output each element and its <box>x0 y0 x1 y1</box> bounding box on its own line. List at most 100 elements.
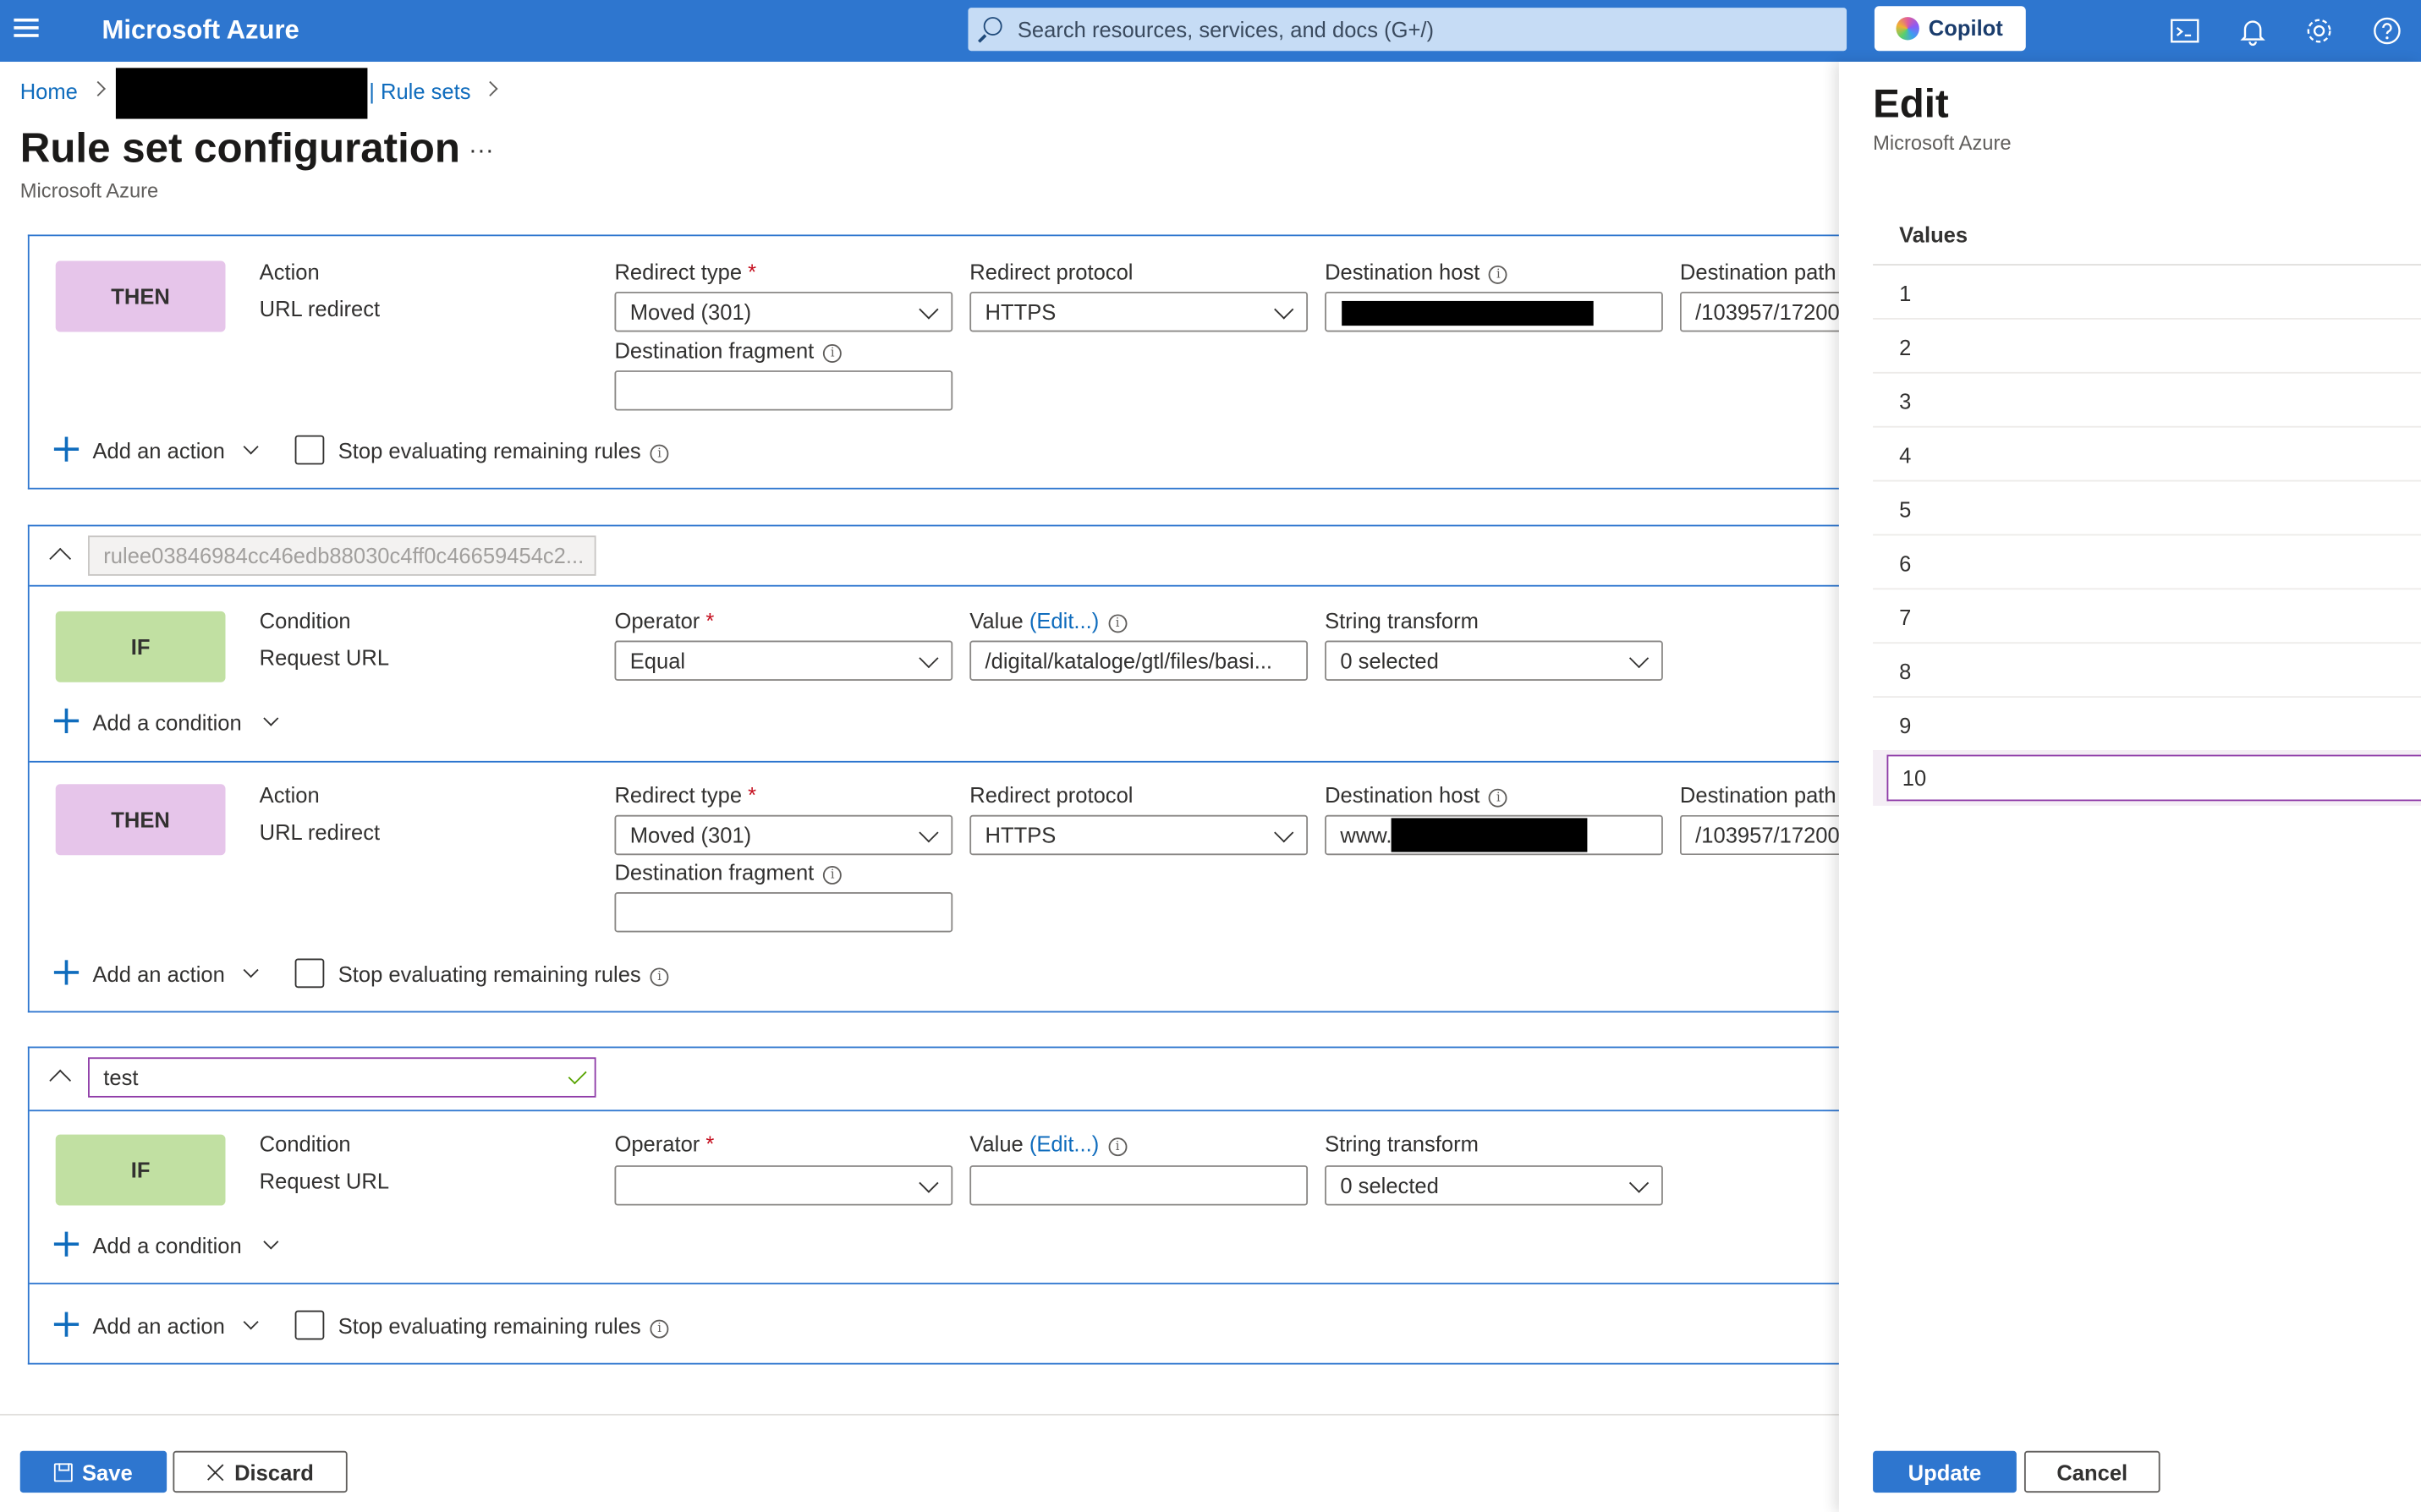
redirect-type-dropdown[interactable]: Moved (301) <box>614 814 953 856</box>
rule-name-input[interactable]: test <box>88 1057 596 1098</box>
bell-icon[interactable] <box>2237 15 2269 47</box>
global-search[interactable] <box>968 8 1847 52</box>
more-options-button[interactable]: ... <box>469 133 495 161</box>
operator-dropdown[interactable]: Equal <box>614 640 953 681</box>
add-condition-button[interactable]: Add a condition <box>93 1233 242 1257</box>
add-icon[interactable] <box>53 1231 80 1257</box>
info-icon[interactable]: i <box>823 865 843 885</box>
stop-evaluating-label: Stop evaluating remaining rules i <box>338 438 669 463</box>
add-condition-button[interactable]: Add a condition <box>93 710 242 735</box>
discard-button[interactable]: Discard <box>173 1450 348 1493</box>
info-icon[interactable]: i <box>1489 265 1508 284</box>
value-label: Value (Edit...) i <box>969 608 1128 633</box>
rule-card-1: THEN Action URL redirect Redirect type *… <box>27 234 1850 490</box>
value-row[interactable]: 7 <box>1873 589 2421 644</box>
rule-name-input[interactable]: rulee03846984cc46edb88030c4ff0c46659454c… <box>88 535 596 576</box>
if-badge: IF <box>55 1134 226 1206</box>
brand-title[interactable]: Microsoft Azure <box>102 15 299 47</box>
condition-type: Request URL <box>259 644 390 671</box>
destination-host-label: Destination host i <box>1325 782 1508 808</box>
footer-bar: Save Discard <box>0 1413 1839 1512</box>
info-icon[interactable]: i <box>1108 614 1128 633</box>
value-row[interactable]: 8 <box>1873 644 2421 698</box>
help-icon[interactable] <box>2372 15 2403 47</box>
value-row[interactable]: 9 <box>1873 698 2421 752</box>
value-row[interactable]: 5 <box>1873 481 2421 536</box>
breadcrumb-home[interactable]: Home <box>20 79 78 103</box>
add-icon[interactable] <box>53 708 80 734</box>
page-subtitle: Microsoft Azure <box>19 178 159 203</box>
redacted-host <box>1342 300 1594 326</box>
rule-card-2: rulee03846984cc46edb88030c4ff0c46659454c… <box>27 524 1850 1013</box>
chevron-down-icon[interactable] <box>263 710 279 726</box>
condition-type: Request URL <box>259 1168 390 1193</box>
redirect-type-label: Redirect type * <box>614 782 757 808</box>
add-icon[interactable] <box>53 436 80 462</box>
value-text: 1 <box>1899 281 1912 306</box>
info-icon[interactable]: i <box>650 1319 669 1339</box>
redirect-protocol-dropdown[interactable]: HTTPS <box>969 814 1309 856</box>
destination-fragment-label: Destination fragment i <box>614 860 843 885</box>
chevron-down-icon[interactable] <box>263 1234 279 1250</box>
edit-values-link[interactable]: (Edit...) <box>1029 608 1099 633</box>
update-button[interactable]: Update <box>1873 1450 2017 1493</box>
string-transform-dropdown[interactable]: 0 selected <box>1325 640 1663 681</box>
divider <box>29 760 1841 763</box>
info-icon[interactable]: i <box>823 344 843 363</box>
cancel-button[interactable]: Cancel <box>2023 1450 2160 1493</box>
chevron-down-icon[interactable] <box>243 439 259 455</box>
value-input[interactable]: /digital/kataloge/gtl/files/basi... <box>969 640 1309 681</box>
destination-path-input[interactable]: /103957/17200 <box>1679 814 1850 856</box>
info-icon[interactable]: i <box>1489 788 1508 808</box>
value-edit-input[interactable]: 10 <box>1886 754 2421 802</box>
redirect-type-dropdown[interactable]: Moved (301) <box>614 291 953 332</box>
destination-host-input[interactable]: www. <box>1325 814 1663 856</box>
info-icon[interactable]: i <box>650 444 669 463</box>
hamburger-menu-icon[interactable] <box>14 18 39 41</box>
values-header: Values <box>1899 222 1968 248</box>
copilot-button[interactable]: Copilot <box>1874 6 2026 52</box>
value-row[interactable]: 6 <box>1873 535 2421 590</box>
value-row[interactable]: 4 <box>1873 428 2421 482</box>
add-action-button[interactable]: Add an action <box>93 961 225 986</box>
add-icon[interactable] <box>53 960 80 985</box>
destination-fragment-input[interactable] <box>614 370 953 411</box>
divider <box>29 584 1841 587</box>
add-action-button[interactable]: Add an action <box>93 438 225 463</box>
value-input[interactable] <box>969 1165 1309 1206</box>
add-action-button[interactable]: Add an action <box>93 1313 225 1338</box>
stop-evaluating-checkbox[interactable] <box>294 1310 325 1340</box>
cloud-shell-icon[interactable] <box>2170 15 2201 47</box>
destination-path-label: Destination path <box>1679 259 1836 284</box>
chevron-down-icon[interactable] <box>243 1314 259 1330</box>
value-row[interactable]: 3 <box>1873 374 2421 428</box>
redacted-host <box>1391 818 1588 852</box>
info-icon[interactable]: i <box>1108 1137 1128 1157</box>
stop-evaluating-checkbox[interactable] <box>294 435 325 465</box>
chevron-down-icon[interactable] <box>243 962 259 978</box>
string-transform-label: String transform <box>1325 1131 1479 1157</box>
value-row[interactable]: 1 <box>1873 266 2421 320</box>
destination-host-input[interactable] <box>1325 291 1663 332</box>
top-bar: Microsoft Azure Copilot <box>0 0 2421 63</box>
stop-evaluating-checkbox[interactable] <box>294 958 325 989</box>
destination-path-input[interactable]: /103957/17200 <box>1679 291 1850 332</box>
string-transform-dropdown[interactable]: 0 selected <box>1325 1165 1663 1206</box>
save-button[interactable]: Save <box>19 1450 167 1493</box>
gear-icon[interactable] <box>2303 15 2335 47</box>
operator-dropdown[interactable] <box>614 1165 953 1206</box>
edit-values-link[interactable]: (Edit...) <box>1029 1131 1099 1156</box>
chevron-up-icon[interactable] <box>49 547 72 570</box>
chevron-down-icon <box>919 1173 939 1193</box>
redacted-resource <box>115 68 368 119</box>
breadcrumb-rule-sets[interactable]: | Rule sets <box>369 79 470 103</box>
value-text: 4 <box>1899 442 1912 468</box>
add-icon[interactable] <box>53 1312 80 1337</box>
destination-fragment-input[interactable] <box>614 892 953 933</box>
search-input[interactable] <box>1017 8 1821 52</box>
info-icon[interactable]: i <box>650 967 669 987</box>
chevron-up-icon[interactable] <box>49 1069 72 1092</box>
redirect-protocol-dropdown[interactable]: HTTPS <box>969 291 1309 332</box>
redirect-type-label: Redirect type * <box>614 259 757 284</box>
value-row[interactable]: 2 <box>1873 320 2421 374</box>
